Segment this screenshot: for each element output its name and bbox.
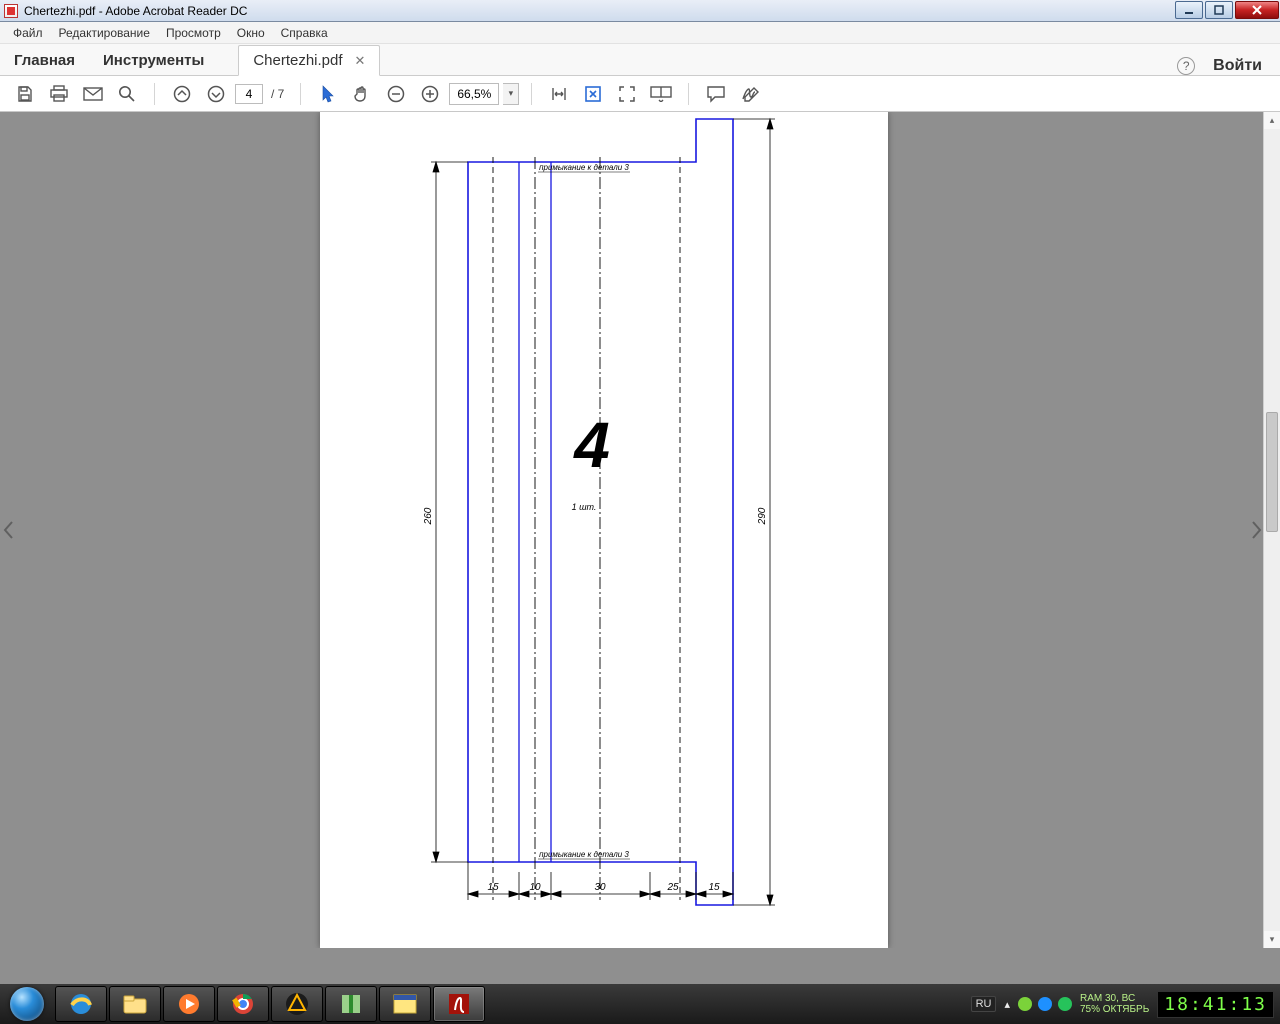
toolbar-separator	[688, 83, 689, 105]
maximize-button[interactable]	[1205, 1, 1233, 19]
windows-taskbar: RU ▴ RAM 30, ВС 75% ОКТЯБРЬ 18:41:13	[0, 984, 1280, 1024]
taskbar-item-explorer[interactable]	[109, 986, 161, 1022]
svg-text:1 шт.: 1 шт.	[572, 502, 597, 512]
tab-row: Главная Инструменты Chertezhi.pdf ✕ ? Во…	[0, 44, 1280, 76]
tray-icons	[1018, 997, 1072, 1011]
zoom-input[interactable]	[449, 83, 499, 105]
svg-text:10: 10	[529, 882, 541, 893]
page-down-icon[interactable]	[201, 80, 231, 108]
app-icon	[4, 4, 18, 18]
svg-text:примыкание к детали 3: примыкание к детали 3	[539, 163, 629, 172]
menu-edit[interactable]: Редактирование	[52, 24, 157, 42]
menu-window[interactable]: Окно	[230, 24, 272, 42]
taskbar-item-mediaplayer[interactable]	[163, 986, 215, 1022]
tray-chevron-icon[interactable]: ▴	[1004, 998, 1010, 1011]
search-icon[interactable]	[112, 80, 142, 108]
comment-icon[interactable]	[701, 80, 731, 108]
menu-help[interactable]: Справка	[274, 24, 335, 42]
taskbar-item-aimp[interactable]	[271, 986, 323, 1022]
page-count-label: / 7	[271, 87, 284, 101]
svg-text:15: 15	[487, 882, 499, 893]
taskbar-item-chrome[interactable]	[217, 986, 269, 1022]
scroll-up-icon[interactable]: ▴	[1264, 112, 1280, 129]
svg-text:4: 4	[572, 409, 610, 481]
tray-icon-2[interactable]	[1038, 997, 1052, 1011]
window-titlebar: Chertezhi.pdf - Adobe Acrobat Reader DC	[0, 0, 1280, 22]
scroll-down-icon[interactable]: ▾	[1264, 931, 1280, 948]
windows-orb-icon	[10, 987, 44, 1021]
minimize-button[interactable]	[1175, 1, 1203, 19]
sys-line2: 75% ОКТЯБРЬ	[1080, 1004, 1149, 1015]
toolbar-separator	[154, 83, 155, 105]
tab-tools[interactable]: Инструменты	[89, 46, 218, 75]
toolbar-separator	[300, 83, 301, 105]
page-number-input[interactable]	[235, 84, 263, 104]
taskbar-item-ie[interactable]	[55, 986, 107, 1022]
fit-page-icon[interactable]	[578, 80, 608, 108]
zoom-out-icon[interactable]	[381, 80, 411, 108]
viewer-bottom-gap	[0, 948, 1280, 984]
taskbar-item-acrobat[interactable]	[433, 986, 485, 1022]
toolbar-separator	[531, 83, 532, 105]
zoom-in-icon[interactable]	[415, 80, 445, 108]
menubar: Файл Редактирование Просмотр Окно Справк…	[0, 22, 1280, 44]
system-tray: RU ▴ RAM 30, ВС 75% ОКТЯБРЬ 18:41:13	[971, 984, 1280, 1024]
svg-text:290: 290	[757, 507, 768, 525]
start-button[interactable]	[0, 984, 54, 1024]
select-tool-icon[interactable]	[313, 80, 343, 108]
input-language[interactable]: RU	[971, 996, 997, 1012]
help-icon[interactable]: ?	[1177, 57, 1195, 75]
window-title: Chertezhi.pdf - Adobe Acrobat Reader DC	[24, 4, 247, 18]
zoom-dropdown-icon[interactable]: ▾	[503, 83, 519, 105]
read-mode-icon[interactable]	[646, 80, 676, 108]
tray-icon-1[interactable]	[1018, 997, 1032, 1011]
fit-width-icon[interactable]	[544, 80, 574, 108]
scroll-thumb[interactable]	[1266, 412, 1278, 532]
tab-close-icon[interactable]: ✕	[355, 53, 366, 69]
sys-line1: RAM 30, ВС	[1080, 993, 1149, 1004]
close-button[interactable]	[1235, 1, 1279, 19]
menu-file[interactable]: Файл	[6, 24, 50, 42]
sign-in-button[interactable]: Войти	[1213, 57, 1262, 75]
pdf-page[interactable]: 260 290	[320, 112, 888, 948]
svg-text:260: 260	[423, 507, 434, 525]
page-next-arrow-icon[interactable]	[1251, 521, 1263, 539]
page-up-icon[interactable]	[167, 80, 197, 108]
tab-document-label: Chertezhi.pdf	[253, 52, 342, 69]
svg-text:примыкание к детали 3: примыкание к детали 3	[539, 850, 629, 859]
sign-icon[interactable]	[735, 80, 765, 108]
tab-home[interactable]: Главная	[0, 46, 89, 75]
save-icon[interactable]	[10, 80, 40, 108]
svg-text:25: 25	[666, 882, 679, 893]
svg-text:15: 15	[708, 882, 720, 893]
menu-view[interactable]: Просмотр	[159, 24, 228, 42]
taskbar-item-app1[interactable]	[325, 986, 377, 1022]
fullscreen-icon[interactable]	[612, 80, 642, 108]
vertical-scrollbar[interactable]: ▴ ▾	[1263, 112, 1280, 948]
tab-document[interactable]: Chertezhi.pdf ✕	[238, 45, 380, 76]
desktop-clock[interactable]: 18:41:13	[1157, 991, 1274, 1018]
tray-icon-3[interactable]	[1058, 997, 1072, 1011]
svg-text:30: 30	[594, 882, 606, 893]
mail-icon[interactable]	[78, 80, 108, 108]
page-prev-arrow-icon[interactable]	[2, 521, 14, 539]
toolbar: / 7 ▾	[0, 76, 1280, 112]
hand-tool-icon[interactable]	[347, 80, 377, 108]
print-icon[interactable]	[44, 80, 74, 108]
system-monitor[interactable]: RAM 30, ВС 75% ОКТЯБРЬ	[1080, 993, 1149, 1015]
document-viewer: 260 290	[0, 112, 1280, 948]
taskbar-item-app2[interactable]	[379, 986, 431, 1022]
